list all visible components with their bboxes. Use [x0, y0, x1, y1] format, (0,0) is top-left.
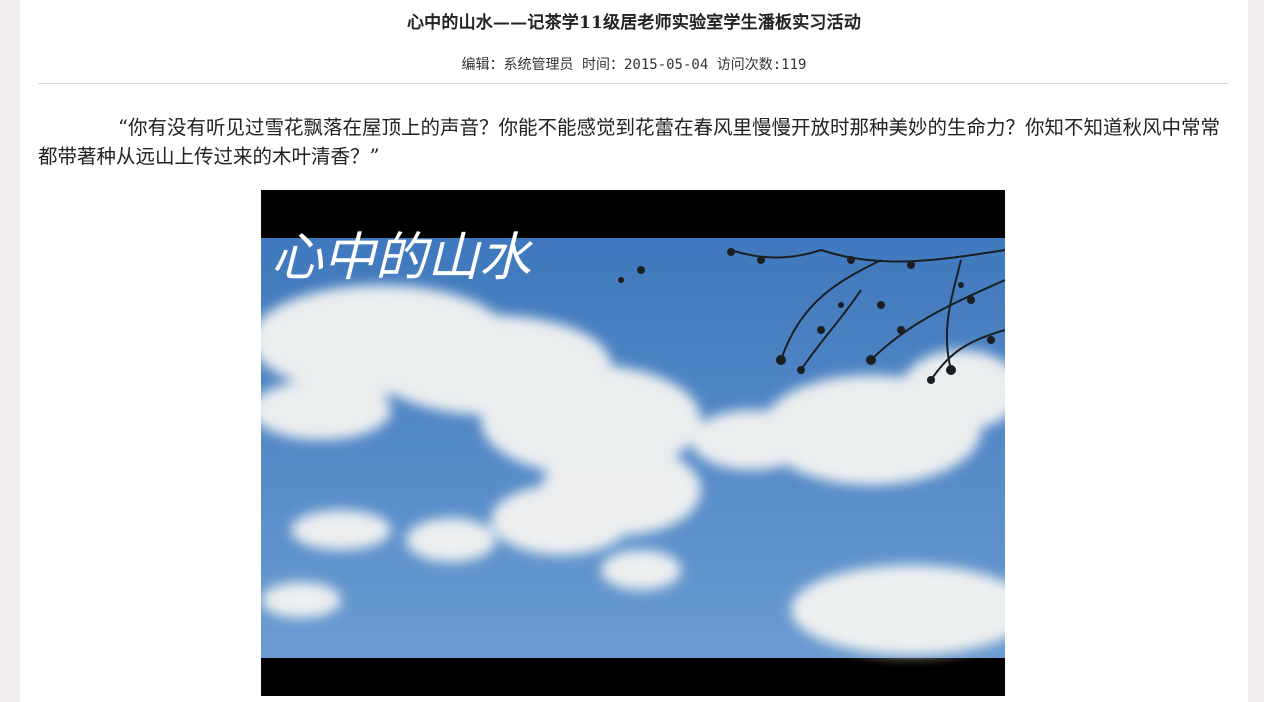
- article-paragraph: “你有没有听见过雪花飘落在屋顶上的声音？你能不能感觉到花蕾在春风里慢慢开放时那种…: [38, 116, 1220, 168]
- sky-photo: 心中的山水: [261, 190, 1005, 696]
- article-title: 心中的山水——记茶学11级居老师实验室学生潘板实习活动: [406, 13, 862, 33]
- time-label: 时间：: [581, 57, 624, 73]
- visits-label: 访问次数:: [716, 57, 782, 73]
- article-meta: 编辑：系统管理员 时间：2015-05-04 访问次数:119: [20, 54, 1248, 74]
- image-overlay-title: 心中的山水: [271, 228, 533, 288]
- article-image: 心中的山水: [261, 190, 1005, 696]
- visit-count: 119: [781, 57, 807, 73]
- publish-date: 2015-05-04: [623, 57, 709, 73]
- header-divider: [38, 83, 1228, 84]
- article-page: 心中的山水——记茶学11级居老师实验室学生潘板实习活动 编辑：系统管理员 时间：…: [20, 0, 1248, 702]
- editor-name: 系统管理员: [503, 57, 574, 73]
- editor-label: 编辑：: [461, 57, 504, 73]
